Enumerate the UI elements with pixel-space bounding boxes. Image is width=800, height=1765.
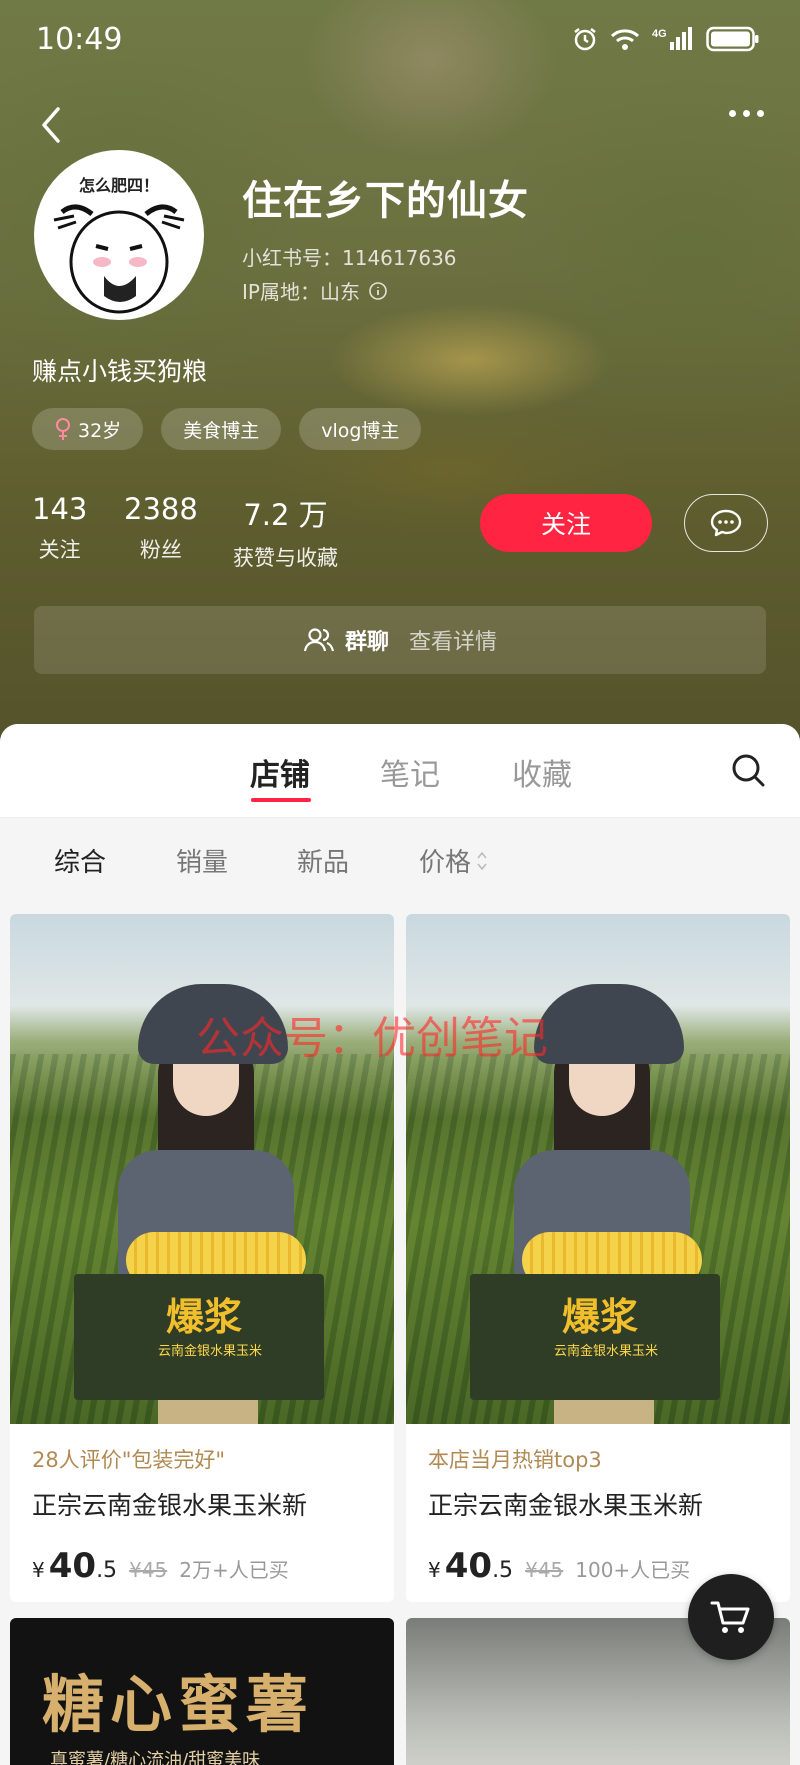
price-decimal: .5 — [96, 1558, 118, 1583]
product-note: 28人评价"包装完好" — [32, 1448, 226, 1472]
stat-following[interactable]: 143 关注 — [32, 492, 87, 564]
stat-fans-value: 2388 — [124, 492, 198, 526]
sort-icon — [477, 851, 487, 870]
filter-price[interactable]: 价格 — [419, 842, 489, 879]
cart-button[interactable] — [688, 1574, 774, 1660]
message-button[interactable] — [684, 494, 768, 552]
avatar[interactable]: 怎么肥四！ — [34, 150, 204, 320]
product-card-partial[interactable]: 糖心蜜薯 真蜜薯/糖心流油/甜蜜美味 — [10, 1618, 394, 1765]
group-chat-detail: 查看详情 — [409, 630, 498, 655]
tag-food-blogger: 美食博主 — [161, 408, 282, 450]
group-icon — [303, 628, 335, 652]
tab-collections[interactable]: 收藏 — [512, 750, 572, 794]
box-sub: 云南金银水果玉米 — [554, 1344, 659, 1359]
battery-icon — [706, 26, 759, 52]
female-icon — [56, 418, 70, 440]
filter-price-label: 价格 — [419, 848, 472, 878]
filter-overall[interactable]: 综合 — [54, 842, 106, 879]
stat-likes-value: 7.2 万 — [243, 498, 328, 532]
box-brand: 爆浆 — [562, 1295, 639, 1339]
product-image: 爆浆 云南金银水果玉米 — [10, 914, 394, 1424]
price-currency: ¥ — [32, 1558, 45, 1582]
stat-likes-label: 获赞与收藏 — [233, 546, 338, 570]
product-banner-text: 糖心蜜薯 — [42, 1668, 315, 1741]
box-sub: 云南金银水果玉米 — [158, 1344, 263, 1359]
price-decimal: .5 — [492, 1558, 514, 1583]
tab-bar: 店铺 笔记 收藏 — [0, 724, 800, 818]
profile-tags: 32岁 美食博主 vlog博主 — [32, 408, 422, 450]
stat-following-value: 143 — [32, 492, 88, 526]
more-icon[interactable] — [729, 110, 764, 117]
watermark: 公众号：优创笔记 — [196, 1013, 548, 1064]
alarm-icon — [574, 28, 596, 51]
tag-vlog-blogger-label: vlog博主 — [321, 419, 400, 442]
chat-bubble-icon — [710, 509, 742, 537]
price-integer: 40 — [48, 1546, 97, 1586]
status-icons: 4G — [572, 26, 760, 52]
filter-bar: 综合 销量 新品 价格 — [0, 818, 800, 908]
product-price: ¥ 40 .5 ¥45 2万+人已买 — [32, 1546, 289, 1586]
tag-vlog-blogger: vlog博主 — [299, 408, 422, 450]
product-box-graphic: 爆浆 云南金银水果玉米 — [74, 1274, 324, 1400]
stat-fans-label: 粉丝 — [139, 538, 182, 562]
product-title: 正宗云南金银水果玉米新 — [428, 1491, 704, 1520]
price-original: ¥45 — [525, 1558, 564, 1582]
cart-icon — [710, 1601, 750, 1633]
product-price: ¥ 40 .5 ¥45 100+人已买 — [428, 1546, 690, 1586]
stat-likes[interactable]: 7.2 万 获赞与收藏 — [233, 492, 338, 572]
tab-shop[interactable]: 店铺 — [250, 750, 310, 794]
status-bar: 10:49 4G — [0, 22, 800, 62]
info-icon[interactable] — [368, 281, 388, 301]
tag-age: 32岁 — [32, 408, 144, 450]
xhs-id: 小红书号：114617636 — [242, 246, 457, 270]
product-title: 正宗云南金银水果玉米新 — [32, 1491, 308, 1520]
wifi-icon — [610, 29, 640, 50]
ip-location: IP属地：山东 — [242, 276, 388, 305]
status-time: 10:49 — [36, 22, 123, 57]
sold-count: 2万+人已买 — [179, 1558, 289, 1582]
product-note: 本店当月热销top3 — [428, 1448, 602, 1472]
product-banner-subtext: 真蜜薯/糖心流油/甜蜜美味 — [50, 1750, 261, 1765]
price-integer: 40 — [444, 1546, 493, 1586]
search-icon[interactable] — [730, 752, 766, 788]
follow-button[interactable]: 关注 — [480, 494, 652, 552]
stat-following-label: 关注 — [38, 538, 81, 562]
product-image: 爆浆 云南金银水果玉米 — [406, 914, 790, 1424]
tag-food-blogger-label: 美食博主 — [183, 419, 260, 442]
group-chat-title: 群聊 — [344, 630, 389, 655]
sold-count: 100+人已买 — [575, 1558, 691, 1582]
svg-text:4G: 4G — [652, 28, 667, 40]
price-original: ¥45 — [129, 1558, 168, 1582]
content-panel: 店铺 笔记 收藏 综合 销量 新品 价格 爆浆 云南金银水果玉米 28人评价"包… — [0, 724, 800, 1765]
tag-age-label: 32岁 — [78, 419, 122, 442]
product-box-graphic: 爆浆 云南金银水果玉米 — [470, 1274, 720, 1400]
price-currency: ¥ — [428, 1558, 441, 1582]
filter-new[interactable]: 新品 — [297, 842, 349, 879]
signal-4g-icon: 4G — [652, 27, 692, 50]
box-brand: 爆浆 — [166, 1295, 243, 1339]
group-chat-bar[interactable]: 群聊 查看详情 — [34, 606, 766, 674]
tab-active-indicator — [251, 798, 311, 802]
profile-header: 10:49 4G 怎么肥四！ 住在乡下的仙女 小红书号：114617636 IP… — [0, 0, 800, 760]
bio: 赚点小钱买狗粮 — [32, 357, 208, 386]
profile-name: 住在乡下的仙女 — [242, 178, 529, 224]
stat-fans[interactable]: 2388 粉丝 — [124, 492, 198, 564]
back-arrow-icon[interactable] — [36, 105, 66, 145]
ip-location-text: IP属地：山东 — [242, 280, 360, 304]
tab-notes[interactable]: 笔记 — [380, 750, 440, 794]
avatar-face-illustration — [53, 204, 185, 314]
filter-sales[interactable]: 销量 — [176, 842, 228, 879]
